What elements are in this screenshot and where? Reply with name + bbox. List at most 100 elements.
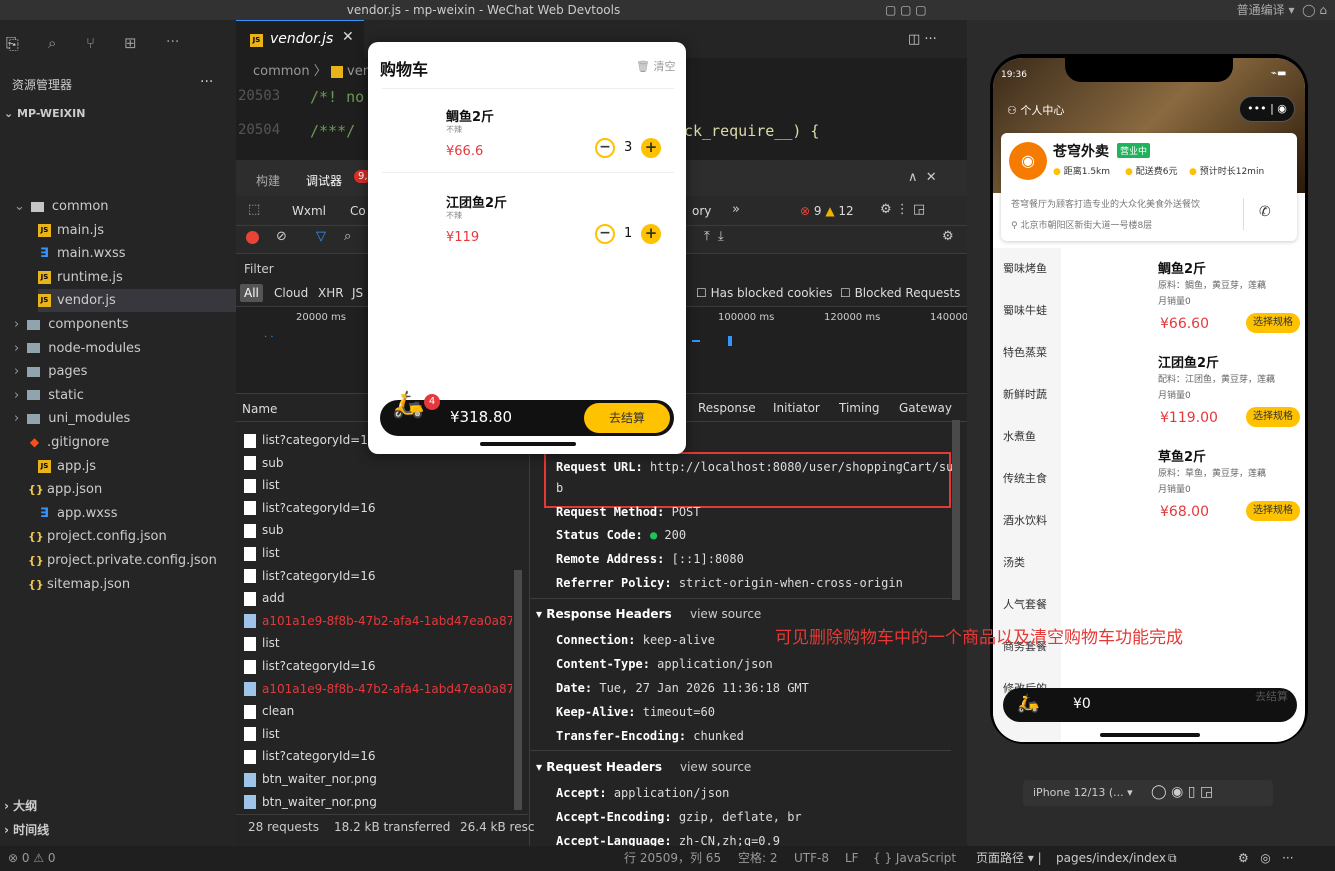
detail-tab-timing[interactable]: Timing (839, 401, 880, 415)
view-source-link[interactable]: view source (680, 760, 751, 774)
tree-item[interactable]: › static (14, 384, 84, 407)
increase-button[interactable]: + (641, 224, 661, 244)
end-of-line[interactable]: LF (845, 846, 859, 871)
request-row[interactable]: a101a1e9-8f8b-47b2-afa4-1abd47ea0a87.pr (240, 610, 512, 633)
compile-mode-select[interactable]: 普通编译 ▾ ◯ ⌂ (967, 0, 1335, 20)
tree-item[interactable]: ∃ main.wxss (38, 242, 125, 265)
filter-all[interactable]: All (240, 284, 263, 302)
panel-wxml[interactable]: Wxml (292, 204, 326, 218)
tree-item[interactable]: JS vendor.js (38, 289, 236, 313)
request-row[interactable]: sub (240, 519, 512, 542)
category-item[interactable]: 传统主食 (1003, 470, 1047, 486)
choose-spec-button[interactable]: 选择规格 (1246, 313, 1300, 333)
tree-item[interactable]: JS main.js (38, 219, 104, 242)
decrease-button[interactable]: − (595, 138, 615, 158)
explorer-more-icon[interactable]: ··· (200, 74, 213, 90)
request-row[interactable]: sub (240, 452, 512, 475)
breadcrumb[interactable]: common 〉 ven (253, 60, 371, 79)
page-path-label[interactable]: 页面路径 ▾ | (976, 846, 1042, 871)
inspect-icon[interactable]: ⬚ (248, 202, 260, 217)
request-row[interactable]: btn_waiter_nor.png (240, 768, 512, 791)
response-headers-toggle[interactable]: ▾ Response Headers (536, 607, 672, 621)
tree-item[interactable]: ◆ .gitignore (28, 431, 109, 454)
language-mode[interactable]: { } JavaScript (873, 846, 956, 871)
timeline-section[interactable]: › 时间线 (4, 821, 49, 838)
request-row[interactable]: list (240, 723, 512, 746)
preview-icons[interactable]: ⚙ ◎ ··· (1238, 846, 1294, 871)
request-row[interactable]: list?categoryId=16 (240, 497, 512, 520)
personal-center-link[interactable]: ⚇ 个人中心 (1007, 102, 1064, 118)
request-row[interactable]: a101a1e9-8f8b-47b2-afa4-1abd47ea0a87.pr (240, 678, 512, 701)
phone-checkout[interactable]: 去结算 (1255, 688, 1288, 704)
request-row[interactable]: list (240, 632, 512, 655)
increase-button[interactable]: + (641, 138, 661, 158)
blocked-requests-checkbox[interactable]: ☐ Blocked Requests (840, 286, 960, 300)
collapse-icon[interactable]: ∧ ✕ (908, 170, 937, 185)
device-controls-icon[interactable]: ◯ ◉ ▯ ◲ (1151, 784, 1213, 800)
tree-item[interactable]: ∃ app.wxss (38, 502, 117, 525)
clear-cart-button[interactable]: 🗑 清空 (636, 58, 675, 74)
extensions-icon[interactable]: ⊞ (124, 34, 137, 52)
source-control-icon[interactable]: ⑂ (86, 34, 95, 52)
capsule-menu[interactable]: ••• | ◉ (1239, 96, 1295, 122)
choose-spec-button[interactable]: 选择规格 (1246, 407, 1300, 427)
detail-scrollbar[interactable] (952, 420, 960, 600)
request-row[interactable]: btn_waiter_nor.png (240, 791, 512, 814)
tree-item[interactable]: {} sitemap.json (28, 573, 130, 596)
filter-js[interactable]: JS (352, 286, 363, 300)
tab-debugger[interactable]: 调试器 (306, 172, 342, 189)
device-select[interactable]: iPhone 12/13 (... ▾ (1033, 786, 1133, 799)
request-row[interactable]: clean (240, 700, 512, 723)
search-icon[interactable]: ⌕ (48, 34, 56, 52)
tree-item[interactable]: › node-modules (14, 337, 141, 360)
tree-item[interactable]: {} project.private.config.json (28, 549, 217, 572)
category-item[interactable]: 酒水饮料 (1003, 512, 1047, 528)
category-item[interactable]: 蜀味烤鱼 (1003, 260, 1047, 276)
phone-cart-bar[interactable]: 🛵 ¥0 去结算 (1003, 688, 1297, 722)
category-item[interactable]: 水煮鱼 (1003, 428, 1036, 444)
panel-console[interactable]: Co (350, 204, 366, 218)
request-row[interactable]: list (240, 474, 512, 497)
phone-call-icon[interactable]: ✆ (1259, 204, 1271, 220)
tree-item[interactable]: ⌄ common (14, 195, 109, 218)
tree-item[interactable]: {} project.config.json (28, 525, 167, 548)
tab-vendor-js[interactable]: JS vendor.js ✕ (236, 20, 364, 58)
problems-indicator[interactable]: ⊗ 0 ⚠ 0 (8, 846, 56, 871)
close-tab-icon[interactable]: ✕ (342, 29, 354, 45)
filter-xhr[interactable]: XHR (318, 286, 344, 300)
filter-icon[interactable]: ▽ (316, 229, 326, 244)
category-item[interactable]: 新鲜时蔬 (1003, 386, 1047, 402)
name-column-header[interactable]: Name (242, 402, 277, 416)
category-item[interactable]: 特色蒸菜 (1003, 344, 1047, 360)
copy-path-icon[interactable]: ⧉ (1168, 846, 1177, 871)
settings-icon[interactable]: ⚙ ⋮ ◲ (880, 202, 925, 217)
layout-icons[interactable]: ▢ ▢ ▢ (885, 3, 927, 17)
view-source-link[interactable]: view source (690, 607, 761, 621)
more-panels-icon[interactable]: » (732, 202, 740, 217)
blocked-cookies-checkbox[interactable]: ☐ Has blocked cookies (696, 286, 832, 300)
clear-icon[interactable]: ⊘ (276, 229, 287, 244)
search-icon[interactable]: ⌕ (344, 229, 351, 244)
import-export-icon[interactable]: ⤒ ⤓ (704, 229, 724, 244)
split-editor-icon[interactable]: ◫ ··· (908, 32, 937, 47)
tree-item[interactable]: › uni_modules (14, 407, 130, 430)
category-item[interactable]: 汤类 (1003, 554, 1025, 570)
indentation[interactable]: 空格: 2 (738, 846, 778, 871)
choose-spec-button[interactable]: 选择规格 (1246, 501, 1300, 521)
detail-tab-initiator[interactable]: Initiator (773, 401, 820, 415)
request-row[interactable]: list?categoryId=16 (240, 565, 512, 588)
issue-counter[interactable]: ⊗ 9 ▲ 12 (800, 204, 854, 218)
filter-cloud[interactable]: Cloud (274, 286, 308, 300)
project-root[interactable]: ⌄ MP-WEIXIN (4, 107, 85, 120)
request-row[interactable]: list (240, 542, 512, 565)
encoding[interactable]: UTF-8 (794, 846, 829, 871)
tree-item[interactable]: {} app.json (28, 478, 102, 501)
detail-tab-gateway[interactable]: Gateway (899, 401, 952, 415)
network-settings-icon[interactable]: ⚙ (942, 229, 954, 244)
panel-memory[interactable]: ory (692, 204, 711, 218)
request-row[interactable]: list?categoryId=16 (240, 655, 512, 678)
tree-item[interactable]: JS app.js (38, 455, 96, 478)
record-icon[interactable] (246, 231, 259, 244)
decrease-button[interactable]: − (595, 224, 615, 244)
category-item[interactable]: 蜀味牛蛙 (1003, 302, 1047, 318)
